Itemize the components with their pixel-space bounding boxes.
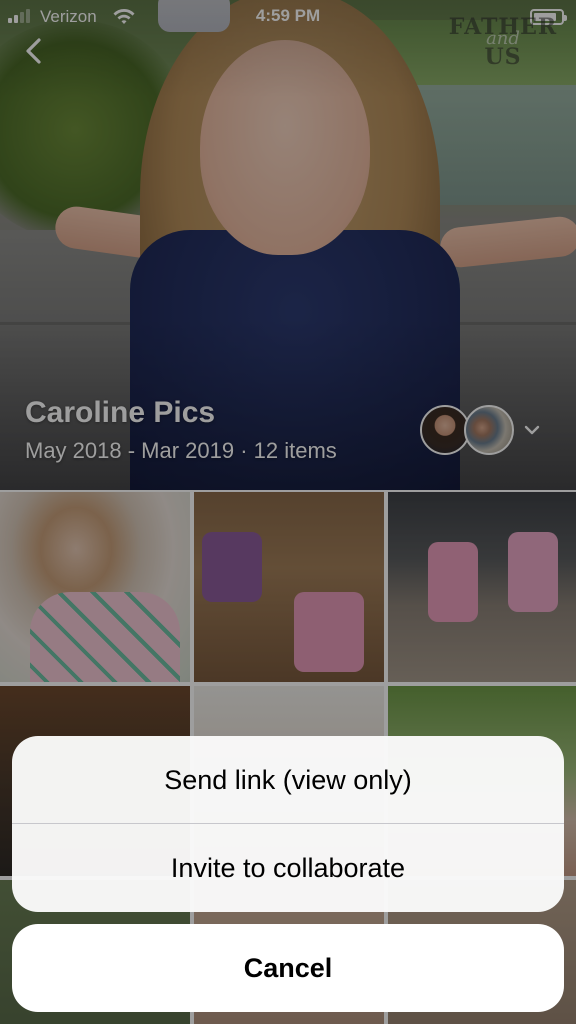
send-link-button[interactable]: Send link (view only) — [12, 736, 564, 824]
cancel-button[interactable]: Cancel — [12, 924, 564, 1012]
share-action-sheet: Send link (view only) Invite to collabor… — [12, 736, 564, 912]
invite-collaborate-button[interactable]: Invite to collaborate — [12, 824, 564, 912]
